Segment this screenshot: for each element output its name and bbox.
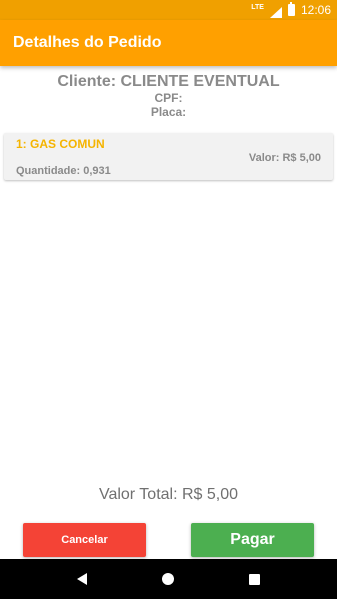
cancel-button[interactable]: Cancelar (23, 523, 146, 557)
order-item-quantity: Quantidade: 0,931 (16, 165, 111, 177)
customer-plate: Placa: (150, 105, 187, 119)
order-item-title: 1: GAS COMUN (16, 137, 105, 151)
pay-button[interactable]: Pagar (191, 523, 314, 557)
status-time: 12:06 (300, 3, 331, 17)
system-nav-bar (0, 559, 337, 599)
home-icon[interactable] (161, 573, 174, 585)
order-total: Valor Total: R$ 5,00 (98, 486, 239, 503)
network-type-label: LTE (251, 3, 264, 11)
order-item-value: Valor: R$ 5,00 (248, 152, 321, 164)
customer-info: Cliente: CLIENTE EVENTUAL CPF: Placa: (0, 72, 337, 119)
status-bar: LTE 12:06 (0, 0, 337, 20)
order-item-card[interactable]: 1: GAS COMUN Valor: R$ 5,00 Quantidade: … (4, 133, 333, 180)
signal-icon (269, 5, 282, 18)
app-bar: Detalhes do Pedido (0, 20, 337, 66)
battery-icon (287, 2, 295, 16)
customer-cpf: CPF: (154, 91, 183, 105)
customer-name: Cliente: CLIENTE EVENTUAL (57, 73, 280, 90)
back-icon[interactable] (77, 573, 88, 585)
page-title: Detalhes do Pedido (13, 34, 162, 51)
recent-apps-icon[interactable] (248, 573, 260, 585)
